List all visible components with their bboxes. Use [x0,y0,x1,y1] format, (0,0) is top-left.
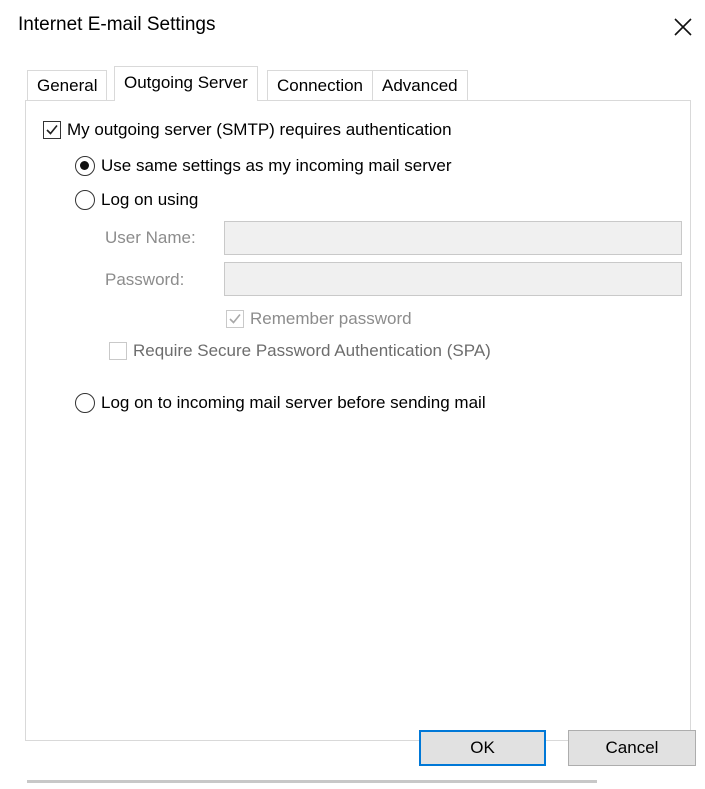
requires-auth-row[interactable]: My outgoing server (SMTP) requires authe… [43,120,452,140]
log-on-using-radio[interactable] [75,190,95,210]
same-settings-row[interactable]: Use same settings as my incoming mail se… [75,156,452,176]
same-settings-label: Use same settings as my incoming mail se… [101,156,452,175]
log-on-incoming-label: Log on to incoming mail server before se… [101,393,486,412]
user-name-label: User Name: [105,228,196,247]
spa-row[interactable]: Require Secure Password Authentication (… [109,341,491,361]
tab-general[interactable]: General [27,70,108,100]
dialog-title: Internet E-mail Settings [18,14,216,35]
checkmark-icon [46,124,58,135]
password-field[interactable] [224,262,682,296]
remember-password-row[interactable]: Remember password [226,309,412,329]
requires-auth-label: My outgoing server (SMTP) requires authe… [67,120,452,139]
bottom-divider [27,780,597,783]
tab-connection[interactable]: Connection [267,70,374,100]
tab-advanced[interactable]: Advanced [372,70,468,100]
close-icon[interactable] [672,16,694,38]
log-on-incoming-radio[interactable] [75,393,95,413]
password-label: Password: [105,270,185,289]
log-on-using-label: Log on using [101,190,199,209]
cancel-button[interactable]: Cancel [568,730,696,766]
ok-button[interactable]: OK [419,730,546,766]
remember-password-checkbox[interactable] [226,310,244,328]
checkmark-icon [229,313,241,324]
log-on-incoming-row[interactable]: Log on to incoming mail server before se… [75,393,486,413]
internet-email-settings-dialog: Internet E-mail Settings General Connect… [0,0,705,789]
requires-auth-checkbox[interactable] [43,121,61,139]
log-on-using-row[interactable]: Log on using [75,190,198,210]
same-settings-radio[interactable] [75,156,95,176]
remember-password-label: Remember password [250,309,412,328]
tab-outgoing-server[interactable]: Outgoing Server [114,66,258,101]
spa-checkbox[interactable] [109,342,127,360]
user-name-field[interactable] [224,221,682,255]
spa-label: Require Secure Password Authentication (… [133,341,491,360]
